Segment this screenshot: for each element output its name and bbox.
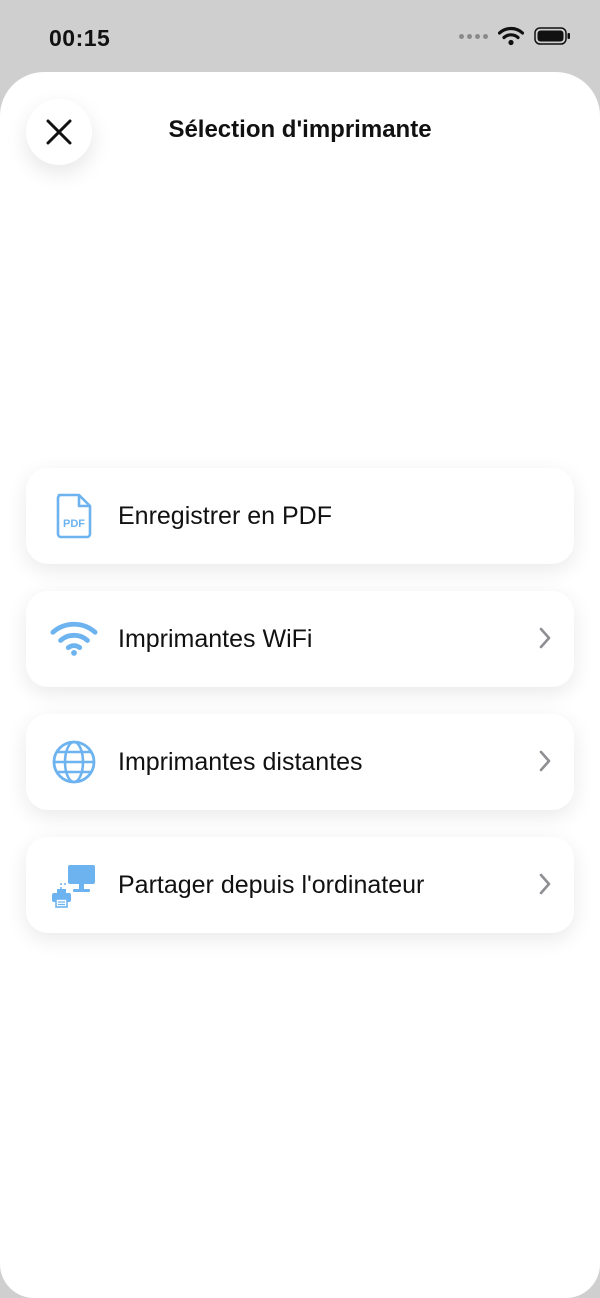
status-bar: 00:15 — [0, 0, 600, 72]
menu-item-share-from-computer[interactable]: Partager depuis l'ordinateur — [26, 837, 574, 933]
menu-item-label: Imprimantes distantes — [118, 747, 363, 776]
wifi-status-icon — [498, 26, 524, 46]
computer-printer-icon — [52, 865, 95, 908]
printer-options-list: PDF Enregistrer en PDF Imprimantes WiFi — [26, 468, 574, 960]
sheet-title: Sélection d'imprimante — [168, 116, 432, 143]
menu-item-label: Enregistrer en PDF — [118, 501, 332, 530]
chevron-right-icon — [539, 627, 551, 649]
battery-icon — [534, 27, 570, 45]
menu-item-label: Imprimantes WiFi — [118, 624, 313, 653]
menu-item-label: Partager depuis l'ordinateur — [118, 870, 425, 899]
svg-text:PDF: PDF — [63, 518, 85, 530]
wifi-icon — [50, 621, 98, 656]
menu-item-remote-printers[interactable]: Imprimantes distantes — [26, 714, 574, 810]
menu-item-wifi-printers[interactable]: Imprimantes WiFi — [26, 591, 574, 687]
chevron-right-icon — [539, 873, 551, 895]
printer-selection-sheet: Sélection d'imprimante PDF Enregistrer e… — [0, 72, 600, 1298]
chevron-right-icon — [539, 750, 551, 772]
status-time: 00:15 — [49, 25, 111, 51]
pdf-file-icon: PDF — [56, 493, 92, 539]
globe-icon — [52, 740, 96, 784]
menu-item-save-pdf[interactable]: PDF Enregistrer en PDF — [26, 468, 574, 564]
status-icons — [459, 26, 572, 46]
cellular-signal-icon — [459, 33, 488, 39]
